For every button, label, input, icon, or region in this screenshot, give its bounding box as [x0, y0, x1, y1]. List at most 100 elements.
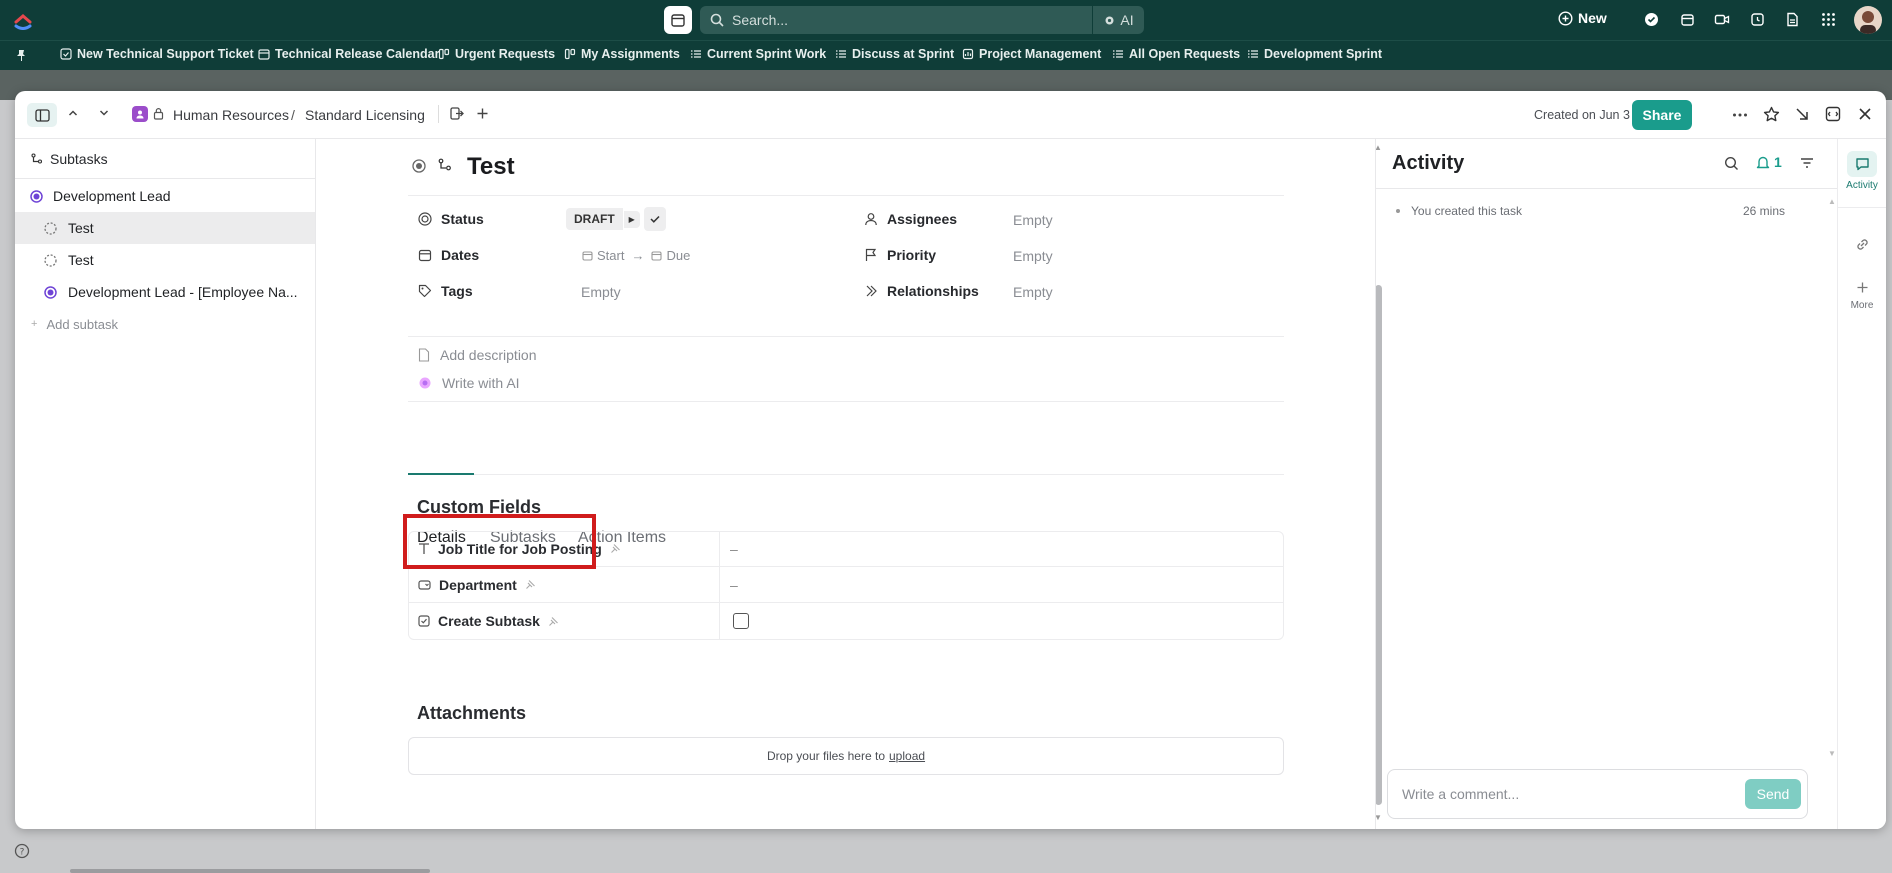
check-square-icon: [60, 48, 72, 60]
upload-link[interactable]: upload: [889, 749, 925, 763]
send-button[interactable]: Send: [1745, 779, 1801, 809]
parent-task-item[interactable]: Development Lead: [15, 180, 315, 212]
breadcrumb-list[interactable]: Standard Licensing: [305, 107, 425, 123]
divider: [408, 336, 1284, 337]
write-with-ai-button[interactable]: Write with AI: [418, 375, 520, 391]
custom-field-row[interactable]: Department –: [408, 567, 1284, 603]
checkbox-field-icon: [418, 615, 430, 627]
filter-icon[interactable]: [1800, 157, 1814, 169]
bookmark-item[interactable]: Development Sprint: [1247, 47, 1382, 61]
bookmark-item[interactable]: Technical Release Calendar: [258, 47, 439, 61]
modal-header: Human Resources / Standard Licensing Cre…: [15, 91, 1886, 139]
search-icon[interactable]: [1724, 156, 1739, 171]
link-icon[interactable]: [1855, 237, 1870, 252]
attachment-dropzone[interactable]: Drop your files here to upload: [408, 737, 1284, 775]
move-icon[interactable]: [450, 107, 464, 120]
activity-time: 26 mins: [1743, 204, 1786, 218]
priority-value[interactable]: Empty: [1013, 248, 1053, 264]
subtask-item[interactable]: Development Lead - [Employee Na...: [15, 276, 315, 308]
calendar-small-icon[interactable]: [1680, 12, 1695, 27]
check-icon[interactable]: [643, 207, 666, 231]
bookmark-item[interactable]: New Technical Support Ticket: [60, 47, 254, 61]
task-title[interactable]: Test: [467, 153, 515, 181]
alarm-clock-icon[interactable]: [1750, 12, 1765, 27]
pin-icon[interactable]: [548, 616, 559, 627]
notifications-button[interactable]: 1: [1756, 154, 1782, 170]
close-icon[interactable]: [1858, 107, 1872, 121]
app-logo-icon[interactable]: [14, 10, 32, 30]
create-subtask-checkbox[interactable]: [733, 613, 749, 629]
flag-icon: [864, 248, 878, 262]
status-selector[interactable]: DRAFT ▶: [566, 207, 666, 231]
add-subtask-button[interactable]: + Add subtask: [15, 308, 315, 340]
bookmark-item[interactable]: Urgent Requests: [438, 47, 555, 61]
tags-value[interactable]: Empty: [581, 284, 621, 300]
status-circle-icon[interactable]: [412, 159, 426, 173]
play-icon[interactable]: ▶: [623, 210, 640, 228]
pin-icon[interactable]: [14, 49, 27, 62]
share-button[interactable]: Share: [1632, 100, 1692, 130]
activity-rail-button[interactable]: Activity: [1838, 151, 1886, 191]
status-value: DRAFT: [566, 208, 623, 230]
created-date: Created on Jun 3: [1534, 108, 1630, 122]
svg-text:?: ?: [20, 848, 25, 858]
tags-property: Tags: [418, 283, 473, 299]
ai-gear-icon: [1103, 14, 1116, 27]
subtask-item[interactable]: Test: [15, 244, 315, 276]
pin-icon[interactable]: [610, 543, 621, 554]
custom-field-row[interactable]: Create Subtask: [408, 603, 1284, 639]
expand-icon[interactable]: [1825, 106, 1841, 122]
apps-grid-icon[interactable]: [1821, 12, 1836, 27]
add-description-button[interactable]: Add description: [418, 347, 537, 363]
task-main: ▲ ▼: [317, 139, 1390, 829]
bookmark-item[interactable]: My Assignments: [564, 47, 680, 61]
subtask-item[interactable]: Test: [15, 212, 315, 244]
plus-icon[interactable]: [476, 107, 489, 120]
horizontal-scrollbar[interactable]: [70, 869, 430, 873]
plus-circle-icon: [1558, 10, 1573, 26]
calendar-icon: [418, 248, 432, 262]
bookmark-item[interactable]: Discuss at Sprint: [835, 47, 954, 61]
search-input[interactable]: Search... AI: [700, 6, 1144, 34]
breadcrumb-space[interactable]: Human Resources: [173, 107, 289, 123]
document-icon[interactable]: [1785, 12, 1799, 27]
minimize-icon[interactable]: [1795, 107, 1810, 122]
calendar-icon[interactable]: [664, 6, 692, 34]
scroll-up-icon[interactable]: ▲: [1828, 197, 1836, 206]
video-icon[interactable]: [1714, 12, 1730, 27]
scroll-down-icon[interactable]: ▼: [1828, 749, 1836, 758]
more-rail-button[interactable]: More: [1838, 281, 1886, 311]
plus-icon: +: [31, 318, 38, 330]
sidebar-toggle-icon[interactable]: [27, 103, 57, 127]
subtasks-panel-title: Subtasks: [50, 150, 108, 167]
relationships-value[interactable]: Empty: [1013, 284, 1053, 300]
dates-value[interactable]: Start → Due: [582, 248, 690, 263]
assignees-property: Assignees: [864, 211, 957, 227]
star-icon[interactable]: [1763, 106, 1780, 123]
chevron-down-icon[interactable]: [98, 107, 110, 119]
right-rail: Activity More: [1837, 139, 1886, 829]
tag-icon: [418, 284, 432, 298]
user-avatar[interactable]: [1854, 6, 1882, 34]
search-icon: [710, 13, 724, 27]
bell-icon: [1756, 155, 1770, 170]
calendar-due-icon: [651, 250, 663, 261]
check-circle-icon[interactable]: [1644, 12, 1659, 27]
chevron-up-icon[interactable]: [67, 107, 79, 119]
new-button[interactable]: New: [1558, 10, 1607, 26]
assignees-value[interactable]: Empty: [1013, 212, 1053, 228]
divider: [438, 105, 439, 123]
bookmark-item[interactable]: Project Management: [962, 47, 1101, 61]
pin-icon[interactable]: [525, 579, 536, 590]
custom-field-value[interactable]: –: [730, 541, 738, 557]
bookmark-item[interactable]: All Open Requests: [1112, 47, 1240, 61]
comment-box[interactable]: Write a comment... Send: [1387, 769, 1808, 819]
bottom-strip: ?: [0, 829, 1892, 873]
divider: [408, 195, 1284, 196]
help-icon[interactable]: ?: [14, 843, 30, 859]
document-icon: [418, 348, 430, 362]
bookmark-item[interactable]: Current Sprint Work: [690, 47, 826, 61]
custom-field-value[interactable]: –: [730, 577, 738, 593]
ai-button[interactable]: AI: [1092, 6, 1144, 34]
more-horizontal-icon[interactable]: [1732, 108, 1748, 122]
